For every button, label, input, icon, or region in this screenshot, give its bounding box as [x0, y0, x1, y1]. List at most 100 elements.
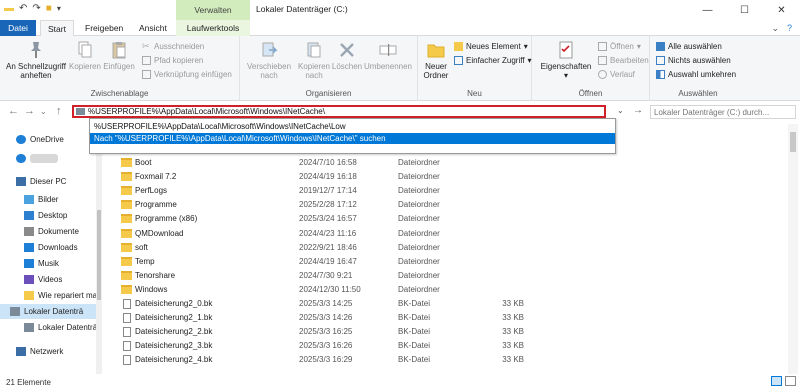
file-row[interactable]: Programme 2025/2/28 17:12 Dateiordner — [106, 197, 786, 212]
sidebar-item[interactable]: Musik — [0, 256, 59, 271]
sidebar-item-label: Lokaler Datenträ — [38, 323, 98, 332]
sidebar-item[interactable]: Netzwerk — [0, 344, 63, 359]
sidebar-item[interactable]: Desktop — [0, 208, 67, 223]
easy-access-button[interactable]: Einfacher Zugriff ▾ — [454, 56, 532, 65]
back-arrow-icon[interactable]: ← — [8, 105, 19, 117]
address-dropdown-icon[interactable]: ⌄ — [617, 106, 624, 115]
address-suggestions: %USERPROFILE%\AppData\Local\Microsoft\Wi… — [89, 118, 616, 154]
details-view-icon[interactable] — [771, 376, 782, 386]
folder-icon — [121, 214, 132, 224]
suggestion-item[interactable]: %USERPROFILE%\AppData\Local\Microsoft\Wi… — [90, 121, 615, 132]
select-all-icon — [656, 42, 665, 51]
invert-selection-button[interactable]: Auswahl umkehren — [656, 70, 736, 79]
move-to-button[interactable]: Verschieben nach — [244, 40, 294, 80]
dropdown-arrow-icon: ▾ — [523, 42, 528, 51]
file-row[interactable]: Dateisicherung2_0.bk 2025/3/3 14:25 BK-Dat… — [106, 296, 786, 311]
sidebar-item[interactable]: Downloads — [0, 240, 78, 255]
file-row[interactable]: Programme (x86) 2025/3/24 16:57 Dateiordne… — [106, 211, 786, 226]
file-name: Temp — [135, 256, 155, 266]
edit-icon — [598, 56, 607, 65]
file-name: Dateisicherung2_4.bk — [135, 355, 213, 365]
pictures-icon — [24, 195, 34, 204]
folder-icon — [121, 158, 132, 167]
sidebar-item[interactable]: OneDrive — [0, 132, 64, 147]
edit-button[interactable]: Bearbeiten — [598, 56, 649, 65]
file-date: 2025/3/3 14:26 — [299, 313, 353, 323]
maximize-button[interactable]: ☐ — [726, 0, 763, 20]
recent-dropdown-icon[interactable]: ⌄ — [40, 107, 47, 116]
go-arrow-icon[interactable]: → — [633, 105, 643, 116]
file-row[interactable]: soft 2022/9/21 18:46 Dateiordner — [106, 240, 786, 255]
sidebar-scroll-thumb[interactable] — [97, 210, 101, 300]
file-size: 33 KB — [502, 299, 524, 308]
minimize-button[interactable]: — — [689, 0, 726, 20]
sidebar-item[interactable]: Bilder — [0, 192, 58, 207]
file-row[interactable]: Windows 2024/12/30 11:50 Dateiordner — [106, 282, 786, 297]
copy-to-button[interactable]: Kopieren nach — [294, 40, 334, 80]
suggestion-item-search[interactable]: Nach "%USERPROFILE%\AppData\Local\Micros… — [90, 133, 615, 144]
file-list-scrollbar[interactable] — [788, 124, 798, 374]
file-row[interactable]: QMDownload 2024/4/23 11:16 Dateiordner — [106, 226, 786, 241]
sidebar-item[interactable] — [0, 151, 62, 166]
redo-icon[interactable]: ↷ — [32, 3, 40, 14]
sidebar-item-label: Dieser PC — [30, 177, 67, 186]
file-row[interactable]: PerfLogs 2019/12/7 17:14 Dateiordner — [106, 183, 786, 198]
properties-button[interactable]: Eigenschaften ▾ — [536, 40, 596, 80]
history-button[interactable]: Verlauf — [598, 70, 635, 79]
help-icon[interactable]: ? — [787, 23, 792, 34]
forward-arrow-icon[interactable]: → — [24, 105, 35, 117]
file-row[interactable]: Dateisicherung2_1.bk 2025/3/3 14:26 BK-Dat… — [106, 310, 786, 325]
undo-icon[interactable]: ↶ — [19, 3, 27, 14]
move-to-icon — [259, 40, 279, 60]
file-row[interactable]: Dateisicherung2_4.bk 2025/3/3 16:29 BK-Dat… — [106, 352, 786, 367]
file-row[interactable]: Boot 2024/7/10 16:58 Dateiordner — [106, 155, 786, 170]
file-row[interactable]: Dateisicherung2_3.bk 2025/3/3 16:26 BK-Dat… — [106, 338, 786, 353]
qat-dropdown-icon[interactable]: ▾ — [57, 4, 61, 13]
tab-view[interactable]: Ansicht — [132, 20, 174, 36]
sidebar-item-label: Desktop — [38, 211, 68, 220]
tab-drive-tools[interactable]: Laufwerktools — [176, 20, 250, 36]
tab-start[interactable]: Start — [40, 20, 74, 37]
tab-share[interactable]: Freigeben — [78, 20, 130, 36]
rename-button[interactable]: Umbenennen — [362, 40, 414, 71]
new-folder-qat-icon[interactable]: ■ — [46, 3, 52, 14]
up-arrow-icon[interactable]: ↑ — [56, 105, 62, 117]
search-box[interactable] — [650, 105, 796, 119]
dropdown-arrow-icon: ▾ — [636, 42, 641, 51]
copy-path-button[interactable]: Pfad kopieren — [142, 56, 203, 65]
file-date: 2024/7/30 9:21 — [299, 270, 353, 280]
address-input[interactable] — [88, 107, 588, 116]
sidebar-item[interactable]: Dieser PC — [0, 174, 66, 189]
paste-button[interactable]: Einfügen — [102, 40, 136, 71]
file-name: Tenorshare — [135, 270, 176, 280]
open-button[interactable]: Öffnen ▾ — [598, 42, 641, 51]
new-item-button[interactable]: Neues Element ▾ — [454, 42, 528, 51]
sidebar-item-label: Bilder — [38, 195, 59, 204]
cloud-icon — [16, 154, 26, 163]
file-row[interactable]: Temp 2024/4/19 16:47 Dateiordner — [106, 254, 786, 269]
search-input[interactable] — [654, 107, 782, 117]
sidebar-item[interactable]: Lokaler Datenträ — [0, 304, 96, 319]
copy-button[interactable]: Kopieren — [68, 40, 102, 71]
new-folder-button[interactable]: Neuer Ordner — [420, 40, 452, 80]
address-bar[interactable] — [72, 105, 606, 118]
sidebar-item[interactable]: Wie repariert ma — [0, 288, 97, 303]
file-row[interactable]: Foxmail 7.2 2024/4/19 16:18 Dateiordner — [106, 169, 786, 184]
select-none-button[interactable]: Nichts auswählen — [656, 56, 731, 65]
tab-file[interactable]: Datei — [0, 20, 36, 36]
sidebar-item[interactable]: Lokaler Datenträ — [0, 320, 97, 335]
collapse-ribbon-icon[interactable]: ⌄ — [771, 23, 779, 34]
pin-quick-access-button[interactable]: An Schnellzugriff anheften — [4, 40, 68, 80]
delete-button[interactable]: Löschen — [332, 40, 362, 71]
close-button[interactable]: ✕ — [763, 0, 800, 20]
cut-button[interactable]: ✂ Ausschneiden — [142, 42, 204, 52]
sidebar-item[interactable]: Videos — [0, 272, 62, 287]
select-all-button[interactable]: Alle auswählen — [656, 42, 722, 51]
drive-icon — [10, 307, 20, 316]
large-icons-view-icon[interactable] — [785, 376, 796, 386]
sidebar-item[interactable]: Dokumente — [0, 224, 79, 239]
file-row[interactable]: Tenorshare 2024/7/30 9:21 Dateiordner — [106, 268, 786, 283]
paste-shortcut-button[interactable]: Verknüpfung einfügen — [142, 70, 232, 79]
file-row[interactable]: Dateisicherung2_2.bk 2025/3/3 16:25 BK-Dat… — [106, 324, 786, 339]
scroll-thumb[interactable] — [790, 132, 796, 152]
